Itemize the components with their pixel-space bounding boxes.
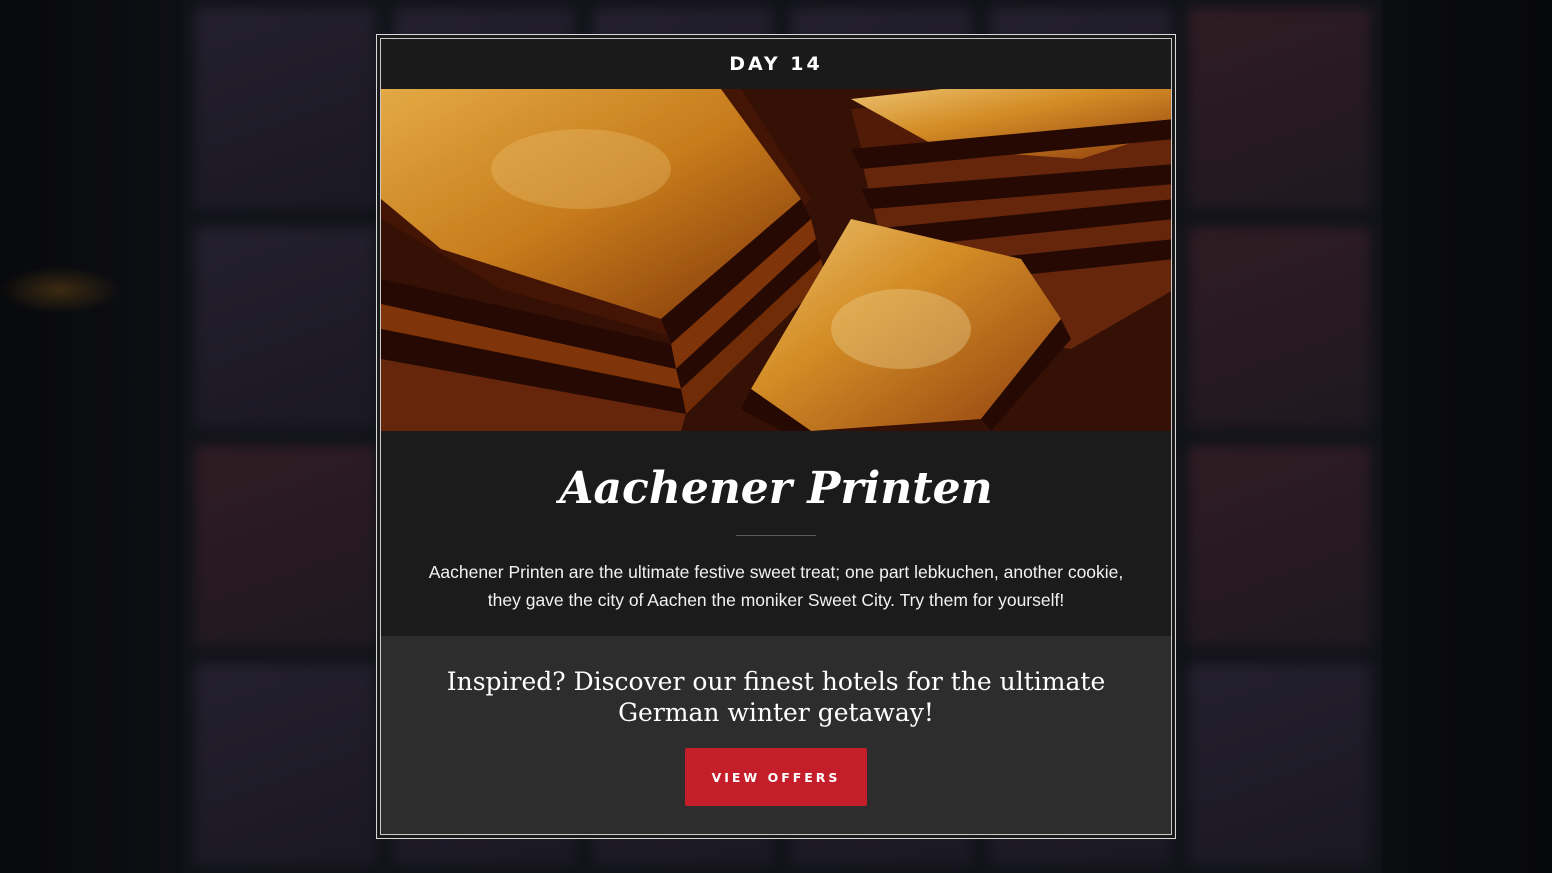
treat-description: Aachener Printen are the ultimate festiv… [428, 562, 1124, 610]
view-offers-button[interactable]: VIEW OFFERS [685, 748, 867, 806]
calendar-tile [1189, 226, 1370, 428]
calendar-tile [195, 664, 376, 865]
printen-photo [381, 89, 1171, 431]
title-divider [736, 535, 816, 536]
calendar-tile [1189, 8, 1370, 209]
calendar-tile [1189, 445, 1370, 647]
treat-title: Aachener Printen [559, 463, 993, 514]
cta-text: Inspired? Discover our finest hotels for… [446, 667, 1106, 727]
day-modal: DAY 14 Aachener Printen Aachener Printen… [376, 34, 1176, 839]
calendar-tile [1189, 664, 1370, 865]
day-modal-inner: DAY 14 Aachener Printen Aachener Printen… [380, 38, 1172, 835]
calendar-tile [195, 445, 376, 647]
cta-panel: Inspired? Discover our finest hotels for… [381, 636, 1171, 834]
calendar-tile [195, 226, 376, 428]
day-header: DAY 14 [381, 39, 1171, 89]
day-label: DAY 14 [729, 53, 823, 75]
printen-illustration [381, 89, 1171, 431]
content-section: Aachener Printen Aachener Printen are th… [381, 431, 1171, 642]
calendar-tile [195, 8, 376, 209]
